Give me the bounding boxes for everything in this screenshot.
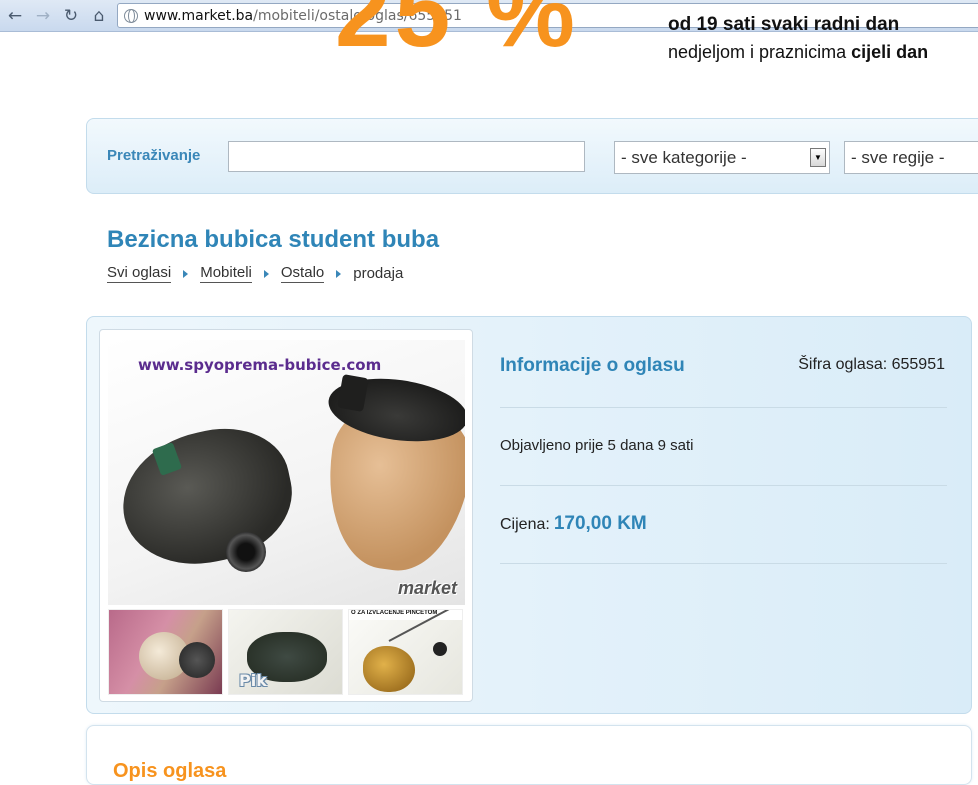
ad-code: Šifra oglasa: 655951 bbox=[798, 356, 945, 374]
ad-code-value: 655951 bbox=[891, 356, 945, 373]
breadcrumb: Svi oglasi Mobiteli Ostalo prodaja bbox=[107, 264, 403, 283]
price-row: Cijena: 170,00 KM bbox=[500, 513, 647, 535]
banner-line2: nedjeljom i praznicima cijeli dan bbox=[668, 42, 928, 63]
divider bbox=[500, 485, 947, 486]
globe-icon bbox=[124, 8, 138, 23]
market-watermark: market bbox=[397, 578, 457, 598]
region-select[interactable]: - sve regije - bbox=[844, 141, 978, 174]
image-caption-url: www.spyoprema-bubice.com bbox=[138, 356, 382, 374]
back-arrow-icon[interactable]: ← bbox=[4, 5, 26, 27]
thumb-earpiece-graphic bbox=[363, 646, 415, 692]
listing-panel: www.spyoprema-bubice.com market Pik O ZA… bbox=[86, 316, 972, 714]
breadcrumb-mobiteli[interactable]: Mobiteli bbox=[200, 264, 252, 283]
search-label: Pretraživanje bbox=[107, 147, 201, 164]
banner-line1: od 19 sati svaki radni dan bbox=[668, 14, 900, 35]
ad-code-label: Šifra oglasa: bbox=[798, 356, 888, 373]
dark-earpiece-graphic bbox=[110, 415, 304, 579]
thumbnail-2[interactable]: Pik bbox=[228, 609, 343, 695]
banner-discount: 25 % bbox=[335, 0, 579, 68]
description-title: Opis oglasa bbox=[113, 760, 227, 782]
forward-arrow-icon[interactable]: → bbox=[32, 5, 54, 27]
breadcrumb-ostalo[interactable]: Ostalo bbox=[280, 264, 325, 283]
reload-icon[interactable]: ↻ bbox=[60, 5, 82, 27]
home-icon[interactable]: ⌂ bbox=[88, 5, 110, 27]
breadcrumb-arrow-icon bbox=[183, 269, 189, 278]
category-select-value: - sve kategorije - bbox=[621, 148, 747, 167]
breadcrumb-arrow-icon bbox=[336, 269, 342, 278]
breadcrumb-current: prodaja bbox=[353, 265, 404, 282]
banner-line2-bold: cijeli dan bbox=[851, 42, 929, 62]
thumbnail-3[interactable]: O ZA IZVLAČENJE PINCETOM bbox=[348, 609, 463, 695]
thumb-pik-label: Pik bbox=[239, 671, 267, 690]
banner-line2-text: nedjeljom i praznicima bbox=[668, 42, 852, 62]
main-product-image[interactable]: www.spyoprema-bubice.com market bbox=[108, 340, 465, 605]
posted-time: Objavljeno prije 5 dana 9 sati bbox=[500, 437, 694, 454]
category-select[interactable]: - sve kategorije - ▼ bbox=[614, 141, 830, 174]
breadcrumb-all-ads[interactable]: Svi oglasi bbox=[107, 264, 172, 283]
url-domain: www.market.ba bbox=[144, 7, 254, 24]
page-title: Bezicna bubica student buba bbox=[107, 226, 440, 253]
divider bbox=[500, 407, 947, 408]
description-panel: Opis oglasa bbox=[86, 725, 972, 785]
price-label: Cijena: bbox=[500, 516, 550, 533]
price-value: 170,00 KM bbox=[553, 513, 647, 534]
chevron-down-icon[interactable]: ▼ bbox=[810, 148, 826, 167]
region-select-value: - sve regije - bbox=[851, 148, 945, 167]
thumbnail-1[interactable] bbox=[108, 609, 223, 695]
info-heading: Informacije o oglasu bbox=[500, 355, 685, 376]
divider bbox=[500, 563, 947, 564]
search-panel: Pretraživanje - sve kategorije - ▼ - sve… bbox=[86, 118, 978, 194]
thumb-ball-graphic bbox=[433, 642, 447, 656]
breadcrumb-arrow-icon bbox=[263, 269, 269, 278]
thumb-cap-graphic bbox=[179, 642, 215, 678]
image-gallery: www.spyoprema-bubice.com market Pik O ZA… bbox=[99, 329, 473, 702]
earpiece-ring-graphic bbox=[226, 532, 266, 572]
search-input[interactable] bbox=[228, 141, 585, 172]
